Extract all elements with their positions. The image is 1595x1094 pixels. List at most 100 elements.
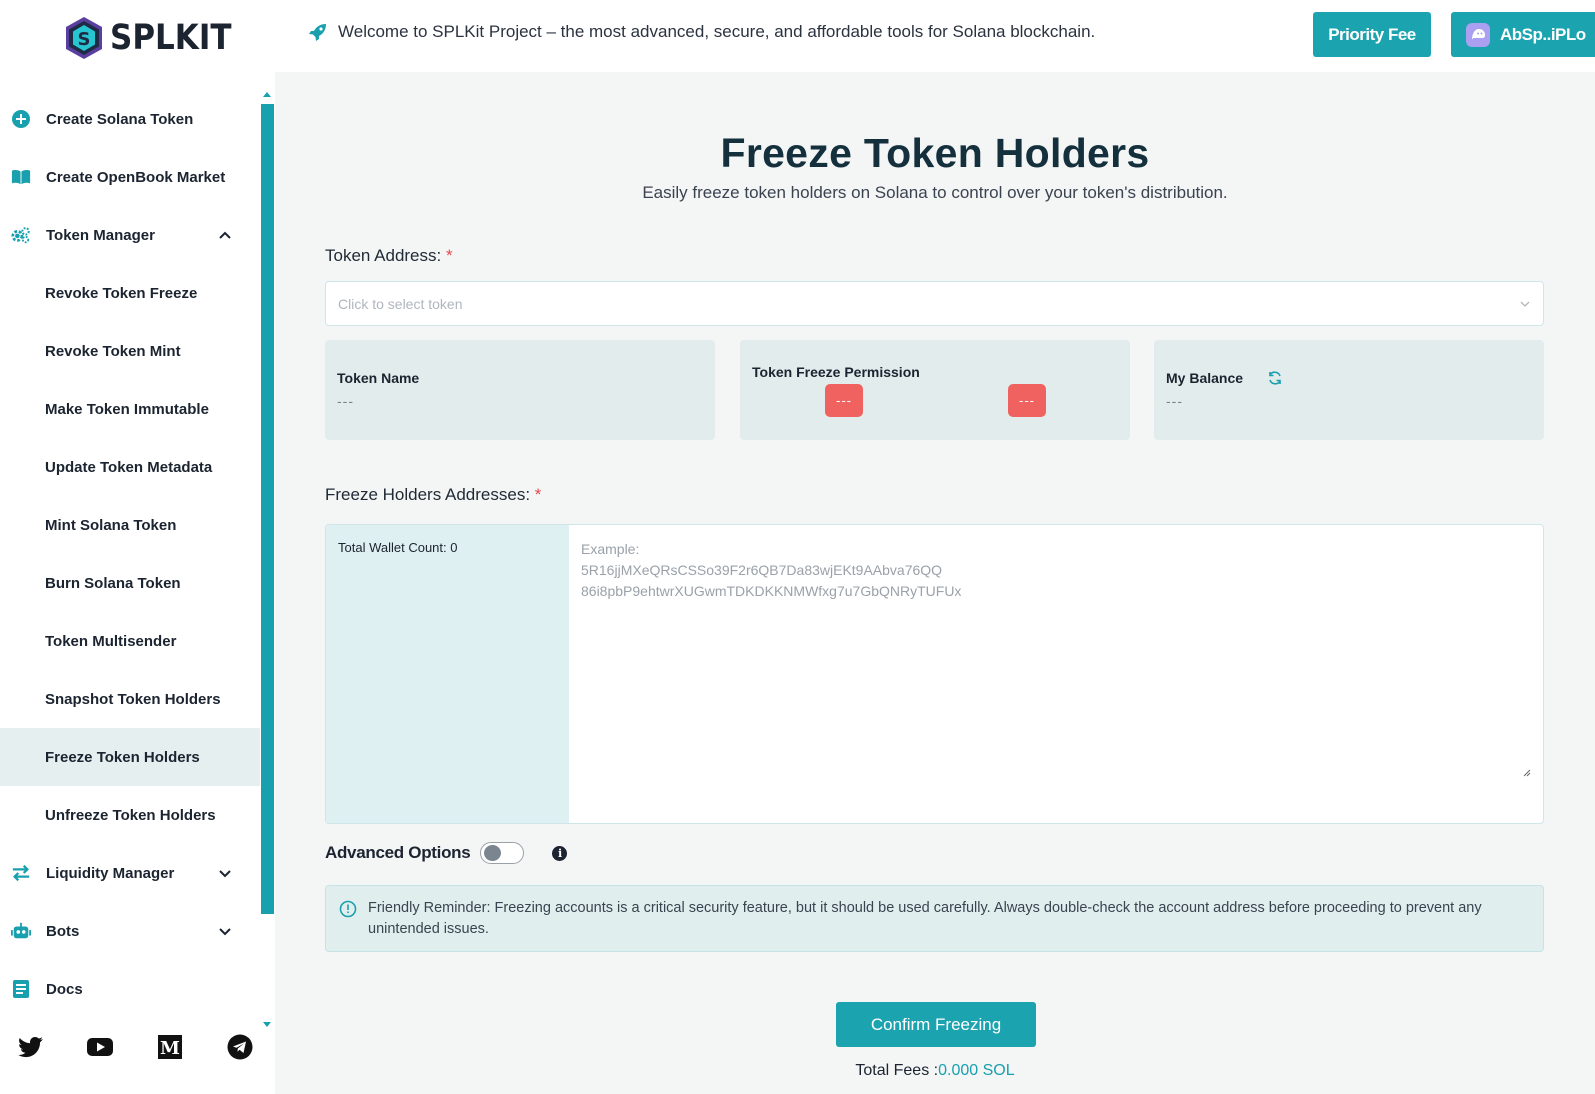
swap-arrows-icon	[11, 863, 31, 883]
chevron-down-icon	[219, 870, 231, 878]
reminder-text: Friendly Reminder: Freezing accounts is …	[368, 900, 1482, 937]
svg-text:M: M	[160, 1038, 180, 1059]
welcome-banner: Welcome to SPLKit Project – the most adv…	[308, 22, 1095, 42]
sidebar-item-make-token-immutable[interactable]: Make Token Immutable	[0, 380, 260, 438]
holders-textarea[interactable]: Example: 5R16jjMXeQRsCSSo39F2r6QB7Da83wj…	[581, 539, 961, 602]
splkit-logo[interactable]: S SPLKIT	[62, 16, 232, 60]
sidebar-item-label: Unfreeze Token Holders	[45, 806, 216, 824]
sidebar-item-liquidity-manager[interactable]: Liquidity Manager	[0, 844, 260, 902]
logo-text: SPLKIT	[110, 17, 232, 59]
total-fees-label: Total Fees :	[855, 1062, 939, 1079]
sidebar-item-bots[interactable]: Bots	[0, 902, 260, 960]
sidebar-item-token-multisender[interactable]: Token Multisender	[0, 612, 260, 670]
sidebar-item-label: Liquidity Manager	[46, 864, 175, 882]
my-balance-value: ---	[1166, 393, 1183, 409]
sidebar-item-docs[interactable]: Docs	[0, 960, 260, 1018]
chevron-down-icon	[219, 928, 231, 936]
sidebar-item-label: Burn Solana Token	[45, 574, 181, 592]
scroll-down-arrow-icon[interactable]	[263, 1022, 271, 1027]
wallet-button[interactable]: AbSp..iPLo	[1451, 12, 1595, 57]
info-icon[interactable]: i	[552, 845, 568, 861]
chevron-down-icon	[1520, 301, 1530, 307]
token-select[interactable]: Click to select token	[325, 281, 1544, 326]
social-links: M	[0, 1032, 260, 1072]
sidebar-item-label: Update Token Metadata	[45, 458, 213, 476]
holders-label: Freeze Holders Addresses: *	[325, 485, 541, 505]
confirm-freezing-button[interactable]: Confirm Freezing	[836, 1002, 1036, 1047]
sidebar-item-token-manager[interactable]: Token Manager	[0, 206, 260, 264]
wallet-address: AbSp..iPLo	[1500, 24, 1586, 44]
required-mark: *	[445, 246, 453, 265]
token-address-label-text: Token Address:	[325, 246, 442, 265]
toggle-knob	[484, 845, 502, 861]
top-header: S SPLKIT Welcome to SPLKit Project – the…	[0, 0, 1595, 72]
advanced-options-toggle[interactable]	[480, 842, 525, 864]
main-content: Freeze Token Holders Easily freeze token…	[275, 72, 1595, 1094]
page-subtitle: Easily freeze token holders on Solana to…	[642, 183, 1228, 202]
sidebar-item-label: Token Multisender	[45, 632, 177, 650]
total-fees-value: 0.000 SOL	[938, 1062, 1015, 1079]
holders-input-box: Total Wallet Count: 0 Example: 5R16jjMXe…	[325, 524, 1544, 824]
logo-badge-icon: S	[62, 16, 106, 60]
sidebar-item-label: Create Solana Token	[46, 110, 194, 128]
my-balance-title: My Balance	[1166, 370, 1244, 386]
plus-circle-icon	[11, 109, 31, 129]
wallet-count-panel: Total Wallet Count: 0	[326, 525, 569, 823]
twitter-icon[interactable]	[16, 1032, 46, 1062]
sidebar-item-label: Bots	[46, 922, 80, 940]
priority-fee-button[interactable]: Priority Fee	[1313, 12, 1431, 57]
youtube-icon[interactable]	[85, 1032, 115, 1062]
sidebar-nav: Create Solana Token Create OpenBook Mark…	[0, 90, 260, 1018]
holders-label-text: Freeze Holders Addresses:	[325, 485, 531, 504]
token-address-label: Token Address: *	[325, 246, 453, 266]
freeze-permission-title: Token Freeze Permission	[752, 364, 920, 380]
freeze-permission-badge: ---	[825, 384, 863, 417]
sidebar-item-update-token-metadata[interactable]: Update Token Metadata	[0, 438, 260, 496]
scroll-up-arrow-icon[interactable]	[263, 92, 271, 97]
sidebar: Create Solana Token Create OpenBook Mark…	[0, 72, 275, 1094]
gears-icon	[11, 225, 31, 245]
document-icon	[11, 979, 31, 999]
sidebar-item-label: Freeze Token Holders	[45, 748, 200, 766]
token-name-title: Token Name	[337, 370, 420, 386]
welcome-text: Welcome to SPLKit Project – the most adv…	[338, 22, 1096, 41]
sidebar-item-revoke-token-mint[interactable]: Revoke Token Mint	[0, 322, 260, 380]
sidebar-item-label: Snapshot Token Holders	[45, 690, 221, 708]
sidebar-item-label: Docs	[46, 980, 83, 998]
sidebar-scrollbar-thumb[interactable]	[261, 104, 274, 914]
wallet-count: Total Wallet Count: 0	[338, 540, 458, 555]
sidebar-item-create-solana-token[interactable]: Create Solana Token	[0, 90, 260, 148]
freeze-permission-card: Token Freeze Permission --- ---	[740, 340, 1130, 440]
sidebar-item-snapshot-token-holders[interactable]: Snapshot Token Holders	[0, 670, 260, 728]
sidebar-item-label: Revoke Token Mint	[45, 342, 181, 360]
resize-handle-icon[interactable]	[1523, 769, 1531, 777]
info-circle-icon	[339, 900, 357, 918]
sidebar-item-label: Make Token Immutable	[45, 400, 209, 418]
rocket-icon	[309, 24, 326, 41]
required-mark: *	[534, 485, 542, 504]
token-name-card: Token Name ---	[325, 340, 715, 440]
robot-icon	[11, 921, 31, 941]
token-select-placeholder: Click to select token	[338, 295, 463, 312]
sidebar-item-label: Revoke Token Freeze	[45, 284, 198, 302]
telegram-icon[interactable]	[225, 1032, 255, 1062]
token-name-value: ---	[337, 393, 354, 409]
book-open-icon	[11, 167, 31, 187]
my-balance-card: My Balance ---	[1154, 340, 1544, 440]
sidebar-item-label: Mint Solana Token	[45, 516, 177, 534]
sidebar-item-revoke-token-freeze[interactable]: Revoke Token Freeze	[0, 264, 260, 322]
sidebar-item-label: Create OpenBook Market	[46, 168, 226, 186]
sidebar-item-burn-solana-token[interactable]: Burn Solana Token	[0, 554, 260, 612]
sidebar-item-label: Token Manager	[46, 226, 155, 244]
sidebar-item-mint-solana-token[interactable]: Mint Solana Token	[0, 496, 260, 554]
sidebar-item-unfreeze-token-holders[interactable]: Unfreeze Token Holders	[0, 786, 260, 844]
svg-text:S: S	[78, 29, 91, 50]
page-title: Freeze Token Holders	[720, 130, 1150, 176]
advanced-options-label: Advanced Options	[325, 843, 471, 862]
medium-icon[interactable]: M	[155, 1032, 185, 1062]
sidebar-item-freeze-token-holders[interactable]: Freeze Token Holders	[0, 728, 260, 786]
total-fees: Total Fees :0.000 SOL	[275, 1062, 1595, 1080]
sidebar-item-create-openbook-market[interactable]: Create OpenBook Market	[0, 148, 260, 206]
refresh-icon[interactable]	[1267, 370, 1283, 386]
chevron-up-icon	[219, 231, 231, 239]
